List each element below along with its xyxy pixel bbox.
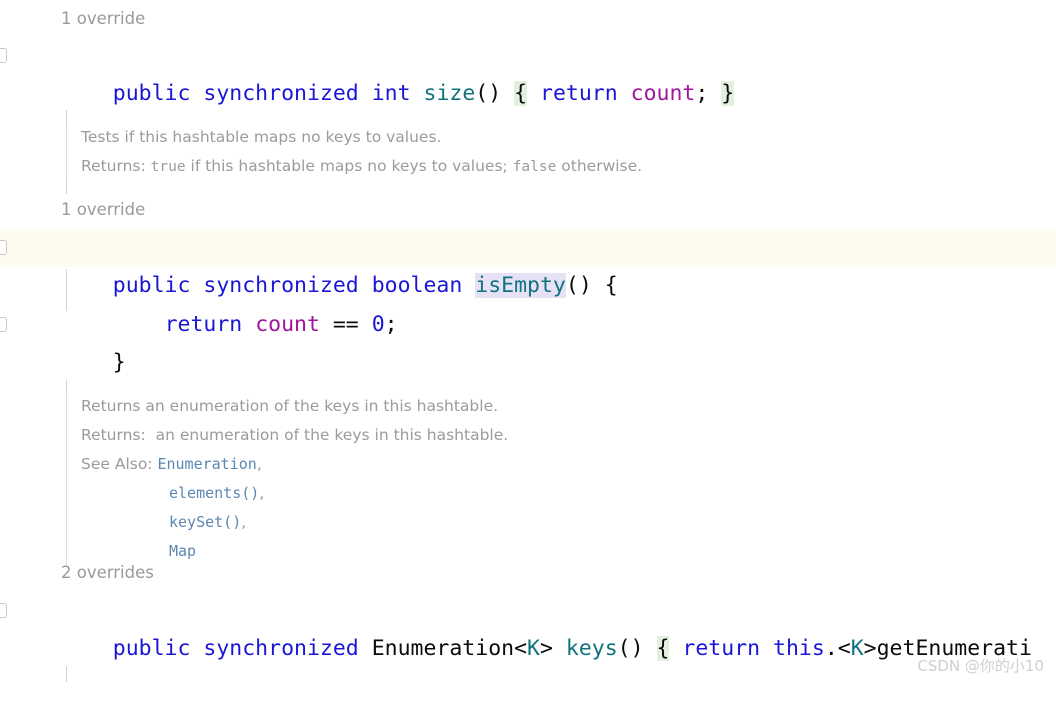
doc-returns-post: otherwise. (556, 157, 643, 175)
doc-block-isempty: Tests if this hashtable maps no keys to … (66, 123, 686, 181)
gutter-override-marker-isempty-close[interactable] (0, 317, 7, 332)
token-type-param-k: K (527, 636, 540, 661)
token-field-count: count (630, 81, 696, 106)
doc-see-also-row-2: keySet(), (81, 508, 546, 537)
gutter-override-marker-size[interactable] (0, 48, 7, 63)
token-keyword-return: return (682, 636, 761, 661)
doc-see-also-row-0: See Also: Enumeration, (81, 450, 546, 479)
doc-returns-keys: Returns: an enumeration of the keys in t… (81, 421, 546, 450)
doc-returns-label: Returns: (81, 157, 146, 175)
gutter-override-marker-isempty[interactable] (0, 240, 7, 255)
token-generic-close: > (540, 636, 566, 661)
token-type-param-k: K (850, 636, 864, 661)
doc-summary-keys: Returns an enumeration of the keys in th… (81, 397, 499, 415)
token-modifier-public: public (112, 636, 191, 661)
gutter-override-marker-keys[interactable] (0, 603, 7, 618)
token-keyword-return: return (540, 81, 618, 106)
csdn-watermark: CSDN @你的小10 (917, 657, 1044, 675)
token-open-brace-highlighted: { (514, 81, 528, 106)
doc-see-also-row-1: elements(), (81, 479, 546, 508)
doc-returns-mid: if this hashtable maps no keys to values… (185, 157, 513, 175)
doc-see-also-link-elements[interactable]: elements() (169, 484, 259, 502)
doc-see-also-link-enumeration[interactable]: Enumeration (157, 455, 256, 473)
inlay-hint-size-override[interactable]: 1 override (0, 6, 1056, 32)
token-modifier-public: public (112, 81, 191, 106)
token-close-brace: } (112, 350, 126, 375)
doc-comma: , (259, 484, 265, 502)
token-close-brace-highlighted: } (721, 81, 735, 106)
token-keyword-this: this (773, 636, 825, 661)
token-dot-generic-open: .< (824, 636, 851, 661)
token-type-enumeration: Enumeration< (371, 636, 528, 661)
token-open-brace-highlighted: { (656, 636, 670, 661)
token-modifier-synchronized: synchronized (203, 636, 359, 661)
doc-literal-true: true (150, 159, 186, 175)
code-line-isempty-body[interactable]: return count == 0; (0, 268, 1056, 337)
doc-comma: , (241, 513, 247, 531)
token-method-name-size: size (423, 81, 476, 106)
doc-literal-false: false (512, 159, 557, 175)
token-method-name-keys: keys (565, 636, 618, 661)
doc-returns-label: Returns: (81, 426, 146, 444)
doc-block-keys: Returns an enumeration of the keys in th… (66, 392, 546, 566)
inlay-hint-isempty-override[interactable]: 1 override (0, 197, 1056, 223)
code-line-isempty-signature[interactable]: public synchronized boolean isEmpty() { (0, 229, 1056, 298)
doc-returns-value: an enumeration of the keys in this hasht… (145, 426, 509, 444)
doc-see-also-link-keyset[interactable]: keySet() (169, 513, 241, 531)
doc-comma: , (256, 455, 262, 473)
doc-returns-isempty: Returns: true if this hashtable maps no … (81, 152, 686, 181)
code-line-size-method[interactable]: public synchronized int size() { return … (0, 37, 1056, 106)
token-parens: () (475, 81, 502, 106)
doc-see-also-label: See Also: (81, 455, 153, 473)
token-parens: () (617, 636, 644, 661)
code-editor-viewport[interactable]: 1 override public synchronized int size(… (0, 0, 1056, 682)
token-type-int: int (371, 81, 411, 106)
doc-summary-isempty: Tests if this hashtable maps no keys to … (81, 128, 442, 146)
doc-see-also-link-map[interactable]: Map (169, 542, 196, 560)
code-line-keys-method[interactable]: public synchronized Enumeration<K> keys(… (0, 592, 1056, 661)
code-line-isempty-close[interactable]: } (0, 306, 1056, 375)
token-modifier-synchronized: synchronized (203, 81, 359, 106)
inlay-hint-keys-overrides[interactable]: 2 overrides (0, 560, 1056, 586)
token-semicolon: ; (695, 81, 709, 106)
